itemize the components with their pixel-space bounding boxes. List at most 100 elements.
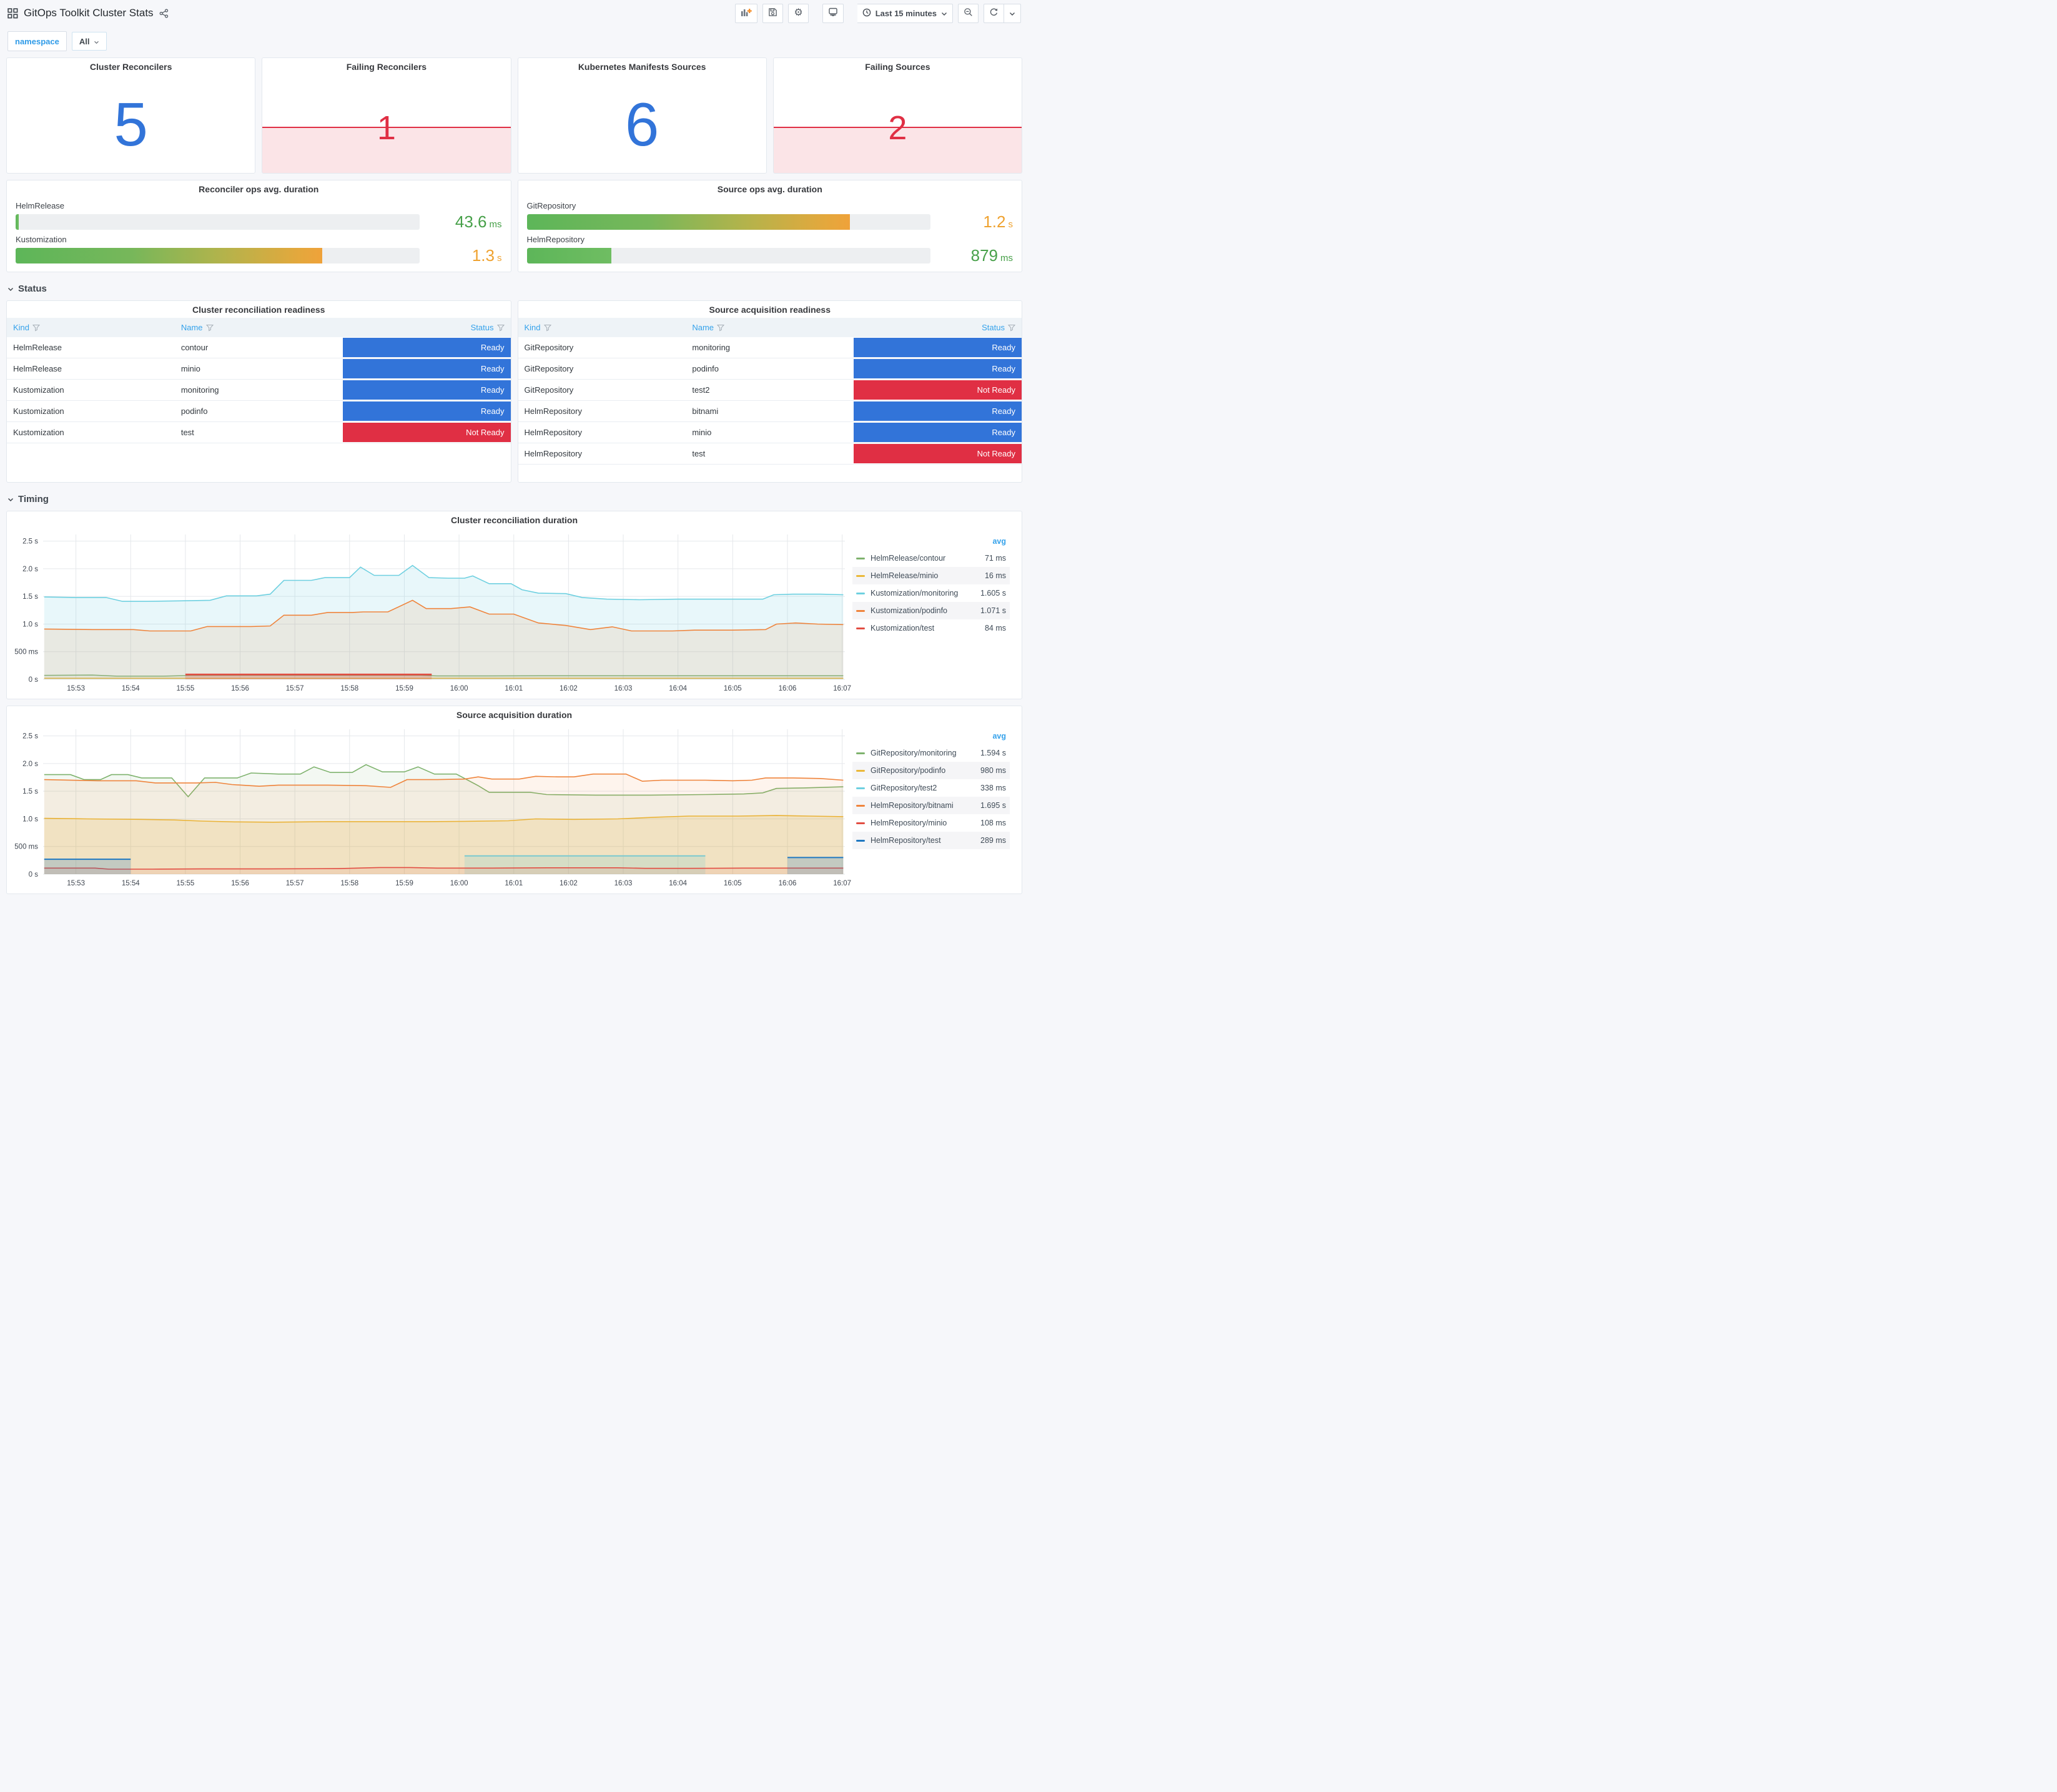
time-series-plot[interactable]: 0 s 500 ms 1.0 s 1.5 s 2.0 s 2.5 s 15:53 15:54 1… [9, 723, 852, 890]
panel-title[interactable]: Source acquisition duration [7, 706, 1022, 723]
gauge-label: HelmRelease [16, 201, 65, 211]
zoom-out-button[interactable] [958, 3, 979, 23]
status-badge: Ready [342, 380, 511, 400]
legend-item[interactable]: HelmRepository/test 289 ms [852, 832, 1010, 849]
series-avg-value: 289 ms [980, 836, 1006, 845]
series-color-swatch [856, 839, 865, 842]
filter-icon[interactable] [205, 324, 214, 332]
series-avg-value: 1.594 s [980, 749, 1006, 757]
section-timing[interactable]: Timing [6, 489, 1022, 511]
refresh-interval-button[interactable] [1004, 3, 1021, 23]
namespace-variable-select[interactable]: All [71, 32, 107, 51]
panel-title[interactable]: Failing Sources [774, 58, 1022, 75]
series-name: GitRepository/test2 [871, 784, 937, 792]
column-header-kind[interactable]: Kind [7, 318, 175, 337]
cell-kind: Kustomization [7, 379, 175, 401]
stat-panel: Cluster Reconcilers 5 [6, 57, 256, 174]
share-icon[interactable] [159, 8, 169, 18]
table-row: Kustomization monitoring Ready [7, 379, 511, 401]
svg-text:0 s: 0 s [29, 676, 39, 684]
gauge-value: 1.2 s [983, 212, 1013, 232]
time-range-picker[interactable]: Last 15 minutes [857, 3, 953, 23]
dashboard-settings-button[interactable]: ⚙ [788, 3, 809, 23]
legend-item[interactable]: GitRepository/monitoring 1.594 s [852, 744, 1010, 762]
stat-panel: Failing Reconcilers 1 [262, 57, 511, 174]
gauge-track [526, 247, 930, 263]
svg-text:16:07: 16:07 [833, 880, 851, 887]
panel-title[interactable]: Cluster Reconcilers [7, 58, 255, 75]
series-avg-value: 980 ms [980, 766, 1006, 775]
svg-text:2.5 s: 2.5 s [22, 733, 38, 741]
cycle-view-button[interactable] [822, 3, 844, 23]
cell-status: Ready [342, 337, 511, 358]
legend-item[interactable]: GitRepository/podinfo 980 ms [852, 762, 1010, 779]
panel-title[interactable]: Failing Reconcilers [262, 58, 510, 75]
stat-body: 6 [518, 75, 766, 173]
panel-title[interactable]: Cluster reconciliation duration [7, 511, 1022, 528]
cell-name: test2 [686, 379, 854, 401]
cell-name: minio [686, 421, 854, 443]
filter-icon[interactable] [543, 324, 551, 332]
panel-title[interactable]: Kubernetes Manifests Sources [518, 58, 766, 75]
bar-gauge-panel: Source ops avg. duration GitRepository 1.2… [517, 180, 1022, 272]
cell-kind: GitRepository [518, 358, 686, 380]
gauge-row: HelmRepository 879 ms [526, 234, 1013, 265]
svg-text:15:55: 15:55 [176, 685, 194, 692]
cell-name: bitnami [686, 400, 854, 422]
legend-item[interactable]: HelmRepository/minio 108 ms [852, 814, 1010, 832]
filter-icon[interactable] [716, 324, 725, 332]
series-avg-value: 1.071 s [980, 606, 1006, 615]
legend-item[interactable]: Kustomization/podinfo 1.071 s [852, 602, 1010, 619]
column-header-name[interactable]: Name [686, 318, 854, 337]
filter-icon[interactable] [496, 324, 505, 332]
gauge-label: HelmRepository [526, 234, 585, 244]
panel-cluster-reconciliation-duration: Cluster reconciliation duration 0 s 500 ms… [6, 511, 1022, 699]
panel-title[interactable]: Source acquisition readiness [518, 301, 1022, 318]
chevron-down-icon [7, 283, 14, 294]
legend-avg-header[interactable]: avg [852, 731, 1010, 744]
legend-item[interactable]: HelmRepository/bitnami 1.695 s [852, 797, 1010, 814]
column-header-name[interactable]: Name [174, 318, 343, 337]
series-avg-value: 108 ms [980, 819, 1006, 827]
svg-text:15:57: 15:57 [286, 685, 304, 692]
legend-item[interactable]: HelmRelease/minio 16 ms [852, 567, 1010, 584]
section-status-label: Status [18, 283, 47, 294]
column-header-status[interactable]: Status [854, 318, 1022, 337]
cell-name: podinfo [174, 400, 343, 422]
legend-item[interactable]: GitRepository/test2 338 ms [852, 779, 1010, 797]
series-name: HelmRepository/test [871, 836, 941, 845]
add-panel-button[interactable] [735, 3, 758, 23]
panel-title[interactable]: Source ops avg. duration [518, 180, 1022, 197]
series-color-swatch [856, 609, 865, 612]
refresh-button[interactable] [984, 3, 1004, 23]
table-row: GitRepository podinfo Ready [518, 358, 1022, 380]
status-badge: Ready [854, 423, 1022, 442]
series-avg-value: 338 ms [980, 784, 1006, 792]
cell-kind: HelmRelease [7, 358, 175, 380]
svg-text:16:05: 16:05 [724, 685, 742, 692]
series-name: HelmRelease/minio [871, 571, 939, 580]
legend-item[interactable]: Kustomization/monitoring 1.605 s [852, 584, 1010, 602]
panel-title[interactable]: Cluster reconciliation readiness [7, 301, 511, 318]
legend-item[interactable]: Kustomization/test 84 ms [852, 619, 1010, 637]
legend-item[interactable]: HelmRelease/contour 71 ms [852, 549, 1010, 567]
cell-kind: HelmRelease [7, 337, 175, 358]
legend-avg-header[interactable]: avg [852, 536, 1010, 549]
table-row: HelmRepository bitnami Ready [518, 400, 1022, 422]
time-series-plot[interactable]: 0 s 500 ms 1.0 s 1.5 s 2.0 s 2.5 s 15:53 15:54 1… [9, 528, 852, 696]
table-row: HelmRelease contour Ready [7, 337, 511, 358]
section-status[interactable]: Status [6, 278, 1022, 300]
chart-legend: avg GitRepository/monitoring 1.594 s GitRep… [852, 723, 1010, 891]
stat-value: 2 [888, 109, 907, 147]
panel-title[interactable]: Reconciler ops avg. duration [7, 180, 511, 197]
svg-text:15:59: 15:59 [395, 880, 413, 887]
save-dashboard-button[interactable] [762, 3, 784, 23]
column-header-kind[interactable]: Kind [518, 318, 686, 337]
series-name: GitRepository/podinfo [871, 766, 946, 775]
column-header-status[interactable]: Status [342, 318, 511, 337]
status-badge: Ready [342, 359, 511, 378]
filter-icon[interactable] [1007, 324, 1016, 332]
series-name: GitRepository/monitoring [871, 749, 957, 757]
cell-name: contour [174, 337, 343, 358]
filter-icon[interactable] [32, 324, 41, 332]
